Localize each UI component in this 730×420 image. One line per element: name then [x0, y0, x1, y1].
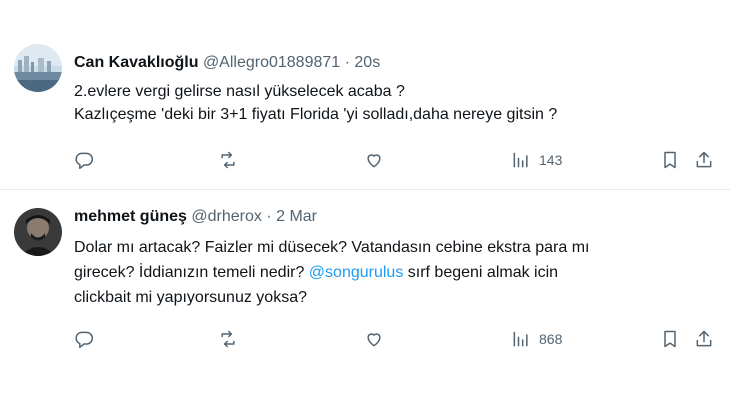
reply-icon	[75, 152, 94, 170]
separator: ·	[344, 54, 350, 71]
views-button[interactable]: 868	[511, 327, 562, 351]
like-button[interactable]	[364, 327, 384, 351]
tweet-divider	[0, 189, 730, 190]
retweet-button[interactable]	[218, 327, 238, 351]
tweet-text-line: girecek? İddianızın temeli nedir? @songu…	[74, 260, 714, 285]
share-button[interactable]	[694, 148, 714, 172]
retweet-button[interactable]	[218, 148, 238, 172]
text-segment: girecek? İddianızın temeli nedir?	[74, 264, 309, 281]
share-icon	[696, 151, 712, 168]
reply-button[interactable]	[74, 148, 94, 172]
tweet-text-line: Kazlıçeşme 'deki bir 3+1 fiyatı Florida …	[74, 106, 558, 123]
reply-icon	[75, 331, 94, 349]
timestamp[interactable]: 20s	[354, 54, 380, 71]
retweet-icon	[221, 330, 235, 348]
separator: ·	[266, 208, 272, 225]
retweet-icon	[221, 151, 235, 169]
tweet-text-line: 2.evlere vergi gelirse nasıl yükselecek …	[74, 83, 405, 100]
tweet-text-line: Dolar mı artacak? Faizler mi düsecek? Va…	[74, 239, 590, 256]
handle[interactable]: @drherox	[191, 208, 262, 225]
tweet-text: Dolar mı artacak? Faizler mi düsecek? Va…	[74, 235, 714, 310]
views-count: 868	[539, 331, 563, 347]
avatar[interactable]	[14, 208, 62, 256]
reply-button[interactable]	[74, 327, 94, 351]
handle[interactable]: @Allegro01889871	[203, 54, 340, 71]
action-bar: 868	[62, 327, 722, 351]
like-icon	[367, 333, 381, 347]
timestamp[interactable]: 2 Mar	[276, 208, 317, 225]
action-bar: 143	[62, 148, 722, 172]
like-button[interactable]	[364, 148, 384, 172]
bookmark-icon	[664, 151, 676, 169]
avatar[interactable]	[14, 44, 62, 92]
tweet-header: mehmet güneş @drherox · 2 Mar	[74, 208, 317, 226]
tweet-text: 2.evlere vergi gelirse nasıl yükselecek …	[74, 80, 714, 126]
text-segment: sırf begeni almak icin	[403, 264, 559, 281]
display-name[interactable]: mehmet güneş	[74, 208, 187, 225]
mention-link[interactable]: @songurulus	[309, 264, 404, 281]
like-icon	[367, 154, 381, 168]
tweet-text-line: clickbait mi yapıyorsunuz yoksa?	[74, 289, 307, 306]
views-icon	[513, 152, 528, 168]
tweet-header: Can Kavaklıoğlu @Allegro01889871 · 20s	[74, 54, 380, 72]
bookmark-icon	[664, 330, 676, 348]
share-icon	[696, 330, 712, 347]
bookmark-button[interactable]	[660, 327, 680, 351]
views-button[interactable]: 143	[511, 148, 562, 172]
views-count: 143	[539, 152, 563, 168]
display-name[interactable]: Can Kavaklıoğlu	[74, 54, 198, 71]
views-icon	[513, 331, 528, 347]
share-button[interactable]	[694, 327, 714, 351]
bookmark-button[interactable]	[660, 148, 680, 172]
